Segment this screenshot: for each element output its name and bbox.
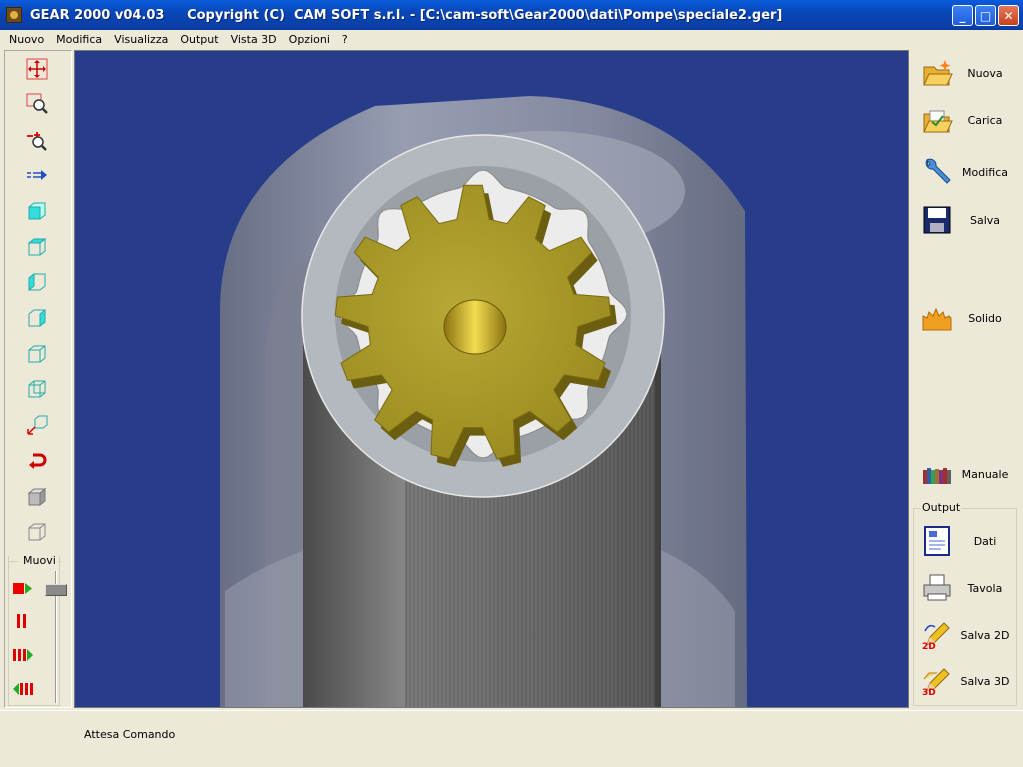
output-label: Output — [920, 501, 963, 514]
axis-rotate-button[interactable] — [25, 413, 49, 437]
axis-rotate-icon — [27, 415, 48, 435]
view-side-button[interactable] — [25, 270, 49, 294]
solid-icon — [922, 307, 952, 331]
new-folder-icon — [923, 60, 953, 86]
minimize-button[interactable]: _ — [952, 5, 973, 26]
salva-3d-button[interactable]: 3D Salva 3D — [920, 662, 1016, 700]
speed-slider-thumb[interactable] — [45, 584, 67, 596]
window-controls: _ □ ✕ — [952, 5, 1019, 26]
maximize-button[interactable]: □ — [975, 5, 996, 26]
close-button[interactable]: ✕ — [998, 5, 1019, 26]
gear-bore — [443, 299, 507, 355]
menu-visualizza[interactable]: Visualizza — [108, 33, 174, 46]
salva-button[interactable]: Salva — [920, 201, 1016, 239]
floppy-icon — [923, 206, 951, 234]
pause-button[interactable] — [11, 609, 35, 633]
wire-view-button[interactable] — [25, 520, 49, 544]
cube-front-icon — [28, 202, 46, 220]
salva-2d-label: Salva 2D — [960, 628, 1010, 642]
manuale-label: Manuale — [961, 467, 1009, 481]
dati-label: Dati — [973, 534, 997, 548]
right-panel: Nuova Carica Modifica Salva Solido Manua… — [912, 50, 1019, 708]
pause-icon — [17, 614, 26, 628]
tavola-button[interactable]: Tavola — [920, 569, 1016, 607]
menu-vista-3d[interactable]: Vista 3D — [225, 33, 283, 46]
undo-arrow-icon — [29, 453, 47, 469]
rewind-icon — [13, 683, 33, 695]
left-toolbar: Muovi — [4, 50, 72, 708]
rewind-button[interactable] — [11, 677, 35, 701]
cube-right-icon — [28, 308, 46, 328]
view-top-button[interactable] — [25, 235, 49, 259]
play-icon — [13, 583, 32, 594]
printer-icon — [923, 574, 951, 601]
books-icon — [923, 468, 951, 484]
solid-cube-icon — [27, 487, 47, 507]
modifica-button[interactable]: Modifica — [920, 153, 1016, 191]
view-wireframe-button[interactable] — [25, 342, 49, 366]
cube-wireframe-2-icon — [28, 380, 46, 398]
zoom-in-out-button[interactable] — [25, 128, 49, 152]
gear-pump-render — [220, 96, 747, 707]
menu-opzioni[interactable]: Opzioni — [283, 33, 336, 46]
data-sheet-icon — [924, 526, 950, 556]
title-bar[interactable]: GEAR 2000 v04.03 Copyright (C) CAM SOFT … — [0, 0, 1023, 30]
carica-button[interactable]: Carica — [920, 101, 1016, 139]
nuova-label: Nuova — [967, 66, 1003, 80]
view-front-button[interactable] — [25, 199, 49, 223]
menu-bar: Nuovo Modifica Visualizza Output Vista 3… — [0, 30, 1023, 49]
wrench-icon — [925, 158, 951, 184]
arrow-right-icon — [27, 170, 47, 180]
3d-viewport[interactable] — [74, 50, 909, 708]
solido-button[interactable]: Solido — [920, 299, 1016, 337]
menu-nuovo[interactable]: Nuovo — [3, 33, 50, 46]
tavola-label: Tavola — [967, 581, 1003, 595]
cube-side-icon — [28, 272, 46, 292]
salva-3d-label: Salva 3D — [960, 674, 1010, 688]
play-button[interactable] — [11, 577, 35, 601]
zoom-in-out-icon — [27, 132, 47, 151]
fast-forward-icon — [13, 649, 33, 661]
carica-label: Carica — [967, 113, 1003, 127]
3d-badge: 3D — [922, 688, 936, 698]
salva-2d-button[interactable]: 2D Salva 2D — [920, 616, 1016, 654]
menu-help[interactable]: ? — [336, 33, 354, 46]
status-text: Attesa Comando — [84, 728, 176, 741]
zoom-window-icon — [26, 93, 48, 114]
menu-output[interactable]: Output — [174, 33, 224, 46]
wire-cube-icon — [28, 523, 46, 541]
nuova-button[interactable]: Nuova — [920, 54, 1016, 92]
load-icon — [923, 110, 953, 133]
solido-label: Solido — [968, 311, 1002, 325]
2d-badge: 2D — [922, 642, 936, 652]
cube-wireframe-icon — [28, 345, 46, 363]
menu-modifica[interactable]: Modifica — [50, 33, 108, 46]
salva-label: Salva — [969, 213, 1001, 227]
app-icon[interactable] — [6, 7, 22, 23]
solid-view-button[interactable] — [25, 485, 49, 509]
undo-view-button[interactable] — [25, 449, 49, 473]
muovi-label: Muovi — [21, 554, 58, 567]
status-bar: Attesa Comando — [0, 710, 1023, 767]
move-right-button[interactable] — [25, 163, 49, 187]
manuale-button[interactable]: Manuale — [920, 455, 1016, 493]
window-title: GEAR 2000 v04.03 Copyright (C) CAM SOFT … — [30, 7, 783, 23]
pan-icon — [26, 58, 48, 80]
view-right-button[interactable] — [25, 306, 49, 330]
view-wireframe-2-button[interactable] — [25, 377, 49, 401]
cube-top-icon — [27, 237, 47, 256]
dati-button[interactable]: Dati — [920, 522, 1016, 560]
pan-tool-button[interactable] — [25, 57, 49, 81]
modifica-label: Modifica — [962, 165, 1008, 179]
fast-forward-button[interactable] — [11, 643, 35, 667]
zoom-window-button[interactable] — [25, 92, 49, 116]
